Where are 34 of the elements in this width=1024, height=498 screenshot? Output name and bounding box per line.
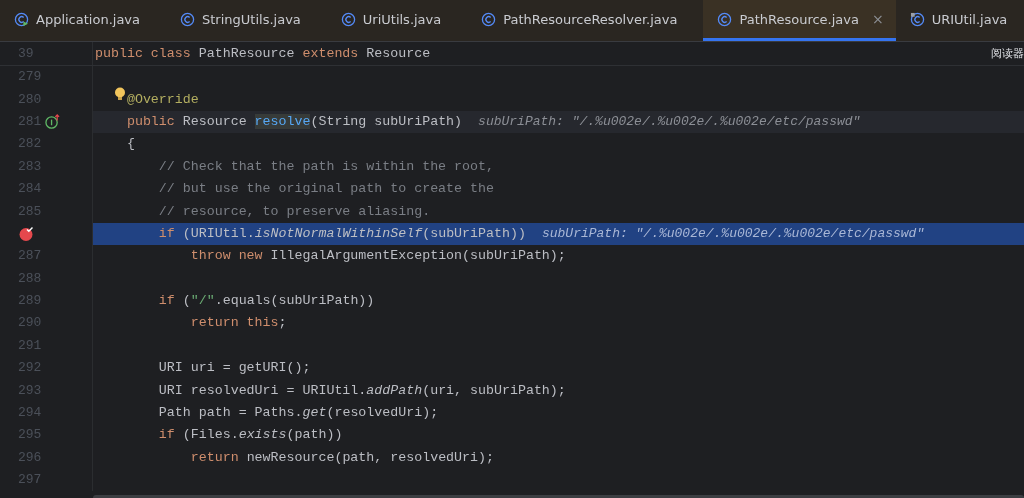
inline-value-hint: subUriPath: "/.%u002e/.%u002e/.%u002e/etc/passwd" — [541, 226, 925, 242]
code-line: if (URIUtil.isNotNormalWithinSelf(subUriPath)) — [158, 224, 526, 243]
file-tab[interactable]: UriUtils.java — [326, 0, 468, 41]
class-icon — [340, 11, 356, 27]
code-line: Path path = Paths.get(resolvedUri); — [158, 404, 439, 423]
code-line: public class PathResource extends Resource — [95, 44, 431, 63]
code-line: URI uri = getURI(); — [158, 359, 311, 378]
override-icon[interactable] — [45, 114, 60, 130]
code-line: throw new IllegalArgumentException(subUriPath); — [190, 247, 566, 266]
code-line: // Check that the path is within the root, — [158, 157, 494, 176]
inline-value-hint: subUriPath: "/.%u002e/.%u002e/.%u002e/etc/passwd" — [478, 114, 861, 130]
class-lock-icon — [909, 11, 925, 27]
class-icon — [180, 11, 195, 27]
code-line: @Override — [126, 90, 199, 109]
code-line: if ("/".equals(subUriPath)) — [158, 292, 375, 311]
file-tab[interactable]: PathResource.java × — [703, 0, 896, 41]
class-icon — [481, 11, 497, 27]
code-line: public Resource resolve(String subUriPath) — [126, 112, 463, 131]
code-line: if (Files.exists(path)) — [158, 426, 343, 445]
code-line: return newResource(path, resolvedUri); — [190, 448, 494, 467]
file-tab[interactable]: PathResourceResolver.java — [467, 0, 704, 41]
file-tab[interactable]: StringUtils.java — [166, 0, 327, 41]
reader-mode-label[interactable]: 阅读器 — [991, 46, 1024, 61]
code-line: return this; — [190, 314, 287, 333]
class-icon — [717, 11, 733, 27]
code-line: { — [126, 135, 135, 154]
code-line: // resource, to preserve aliasing. — [158, 202, 431, 221]
lightbulb-icon[interactable] — [113, 86, 126, 101]
class-run-icon — [14, 11, 29, 27]
file-tab[interactable]: Application.java — [0, 0, 166, 41]
code-line: URI resolvedUri = URIUtil.addPath(uri, subUriPath); — [158, 381, 566, 400]
code-line: // but use the original path to create the — [158, 180, 494, 199]
file-tab[interactable]: URIUtil.java — [895, 0, 1024, 41]
breakpoint-icon[interactable] — [18, 225, 34, 242]
